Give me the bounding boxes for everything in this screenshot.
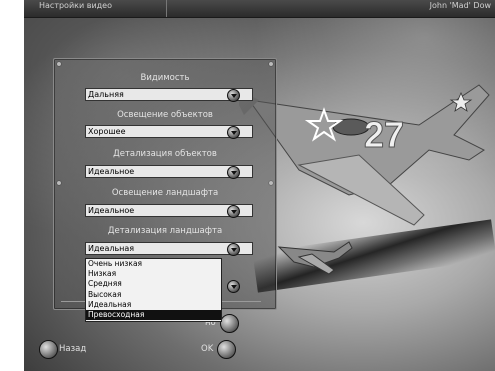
- rivet-icon: [269, 62, 273, 66]
- chevron-down-icon[interactable]: [227, 243, 240, 256]
- aircraft-number: 27: [364, 114, 404, 155]
- pilot-name: John 'Mad' Dow: [429, 1, 491, 10]
- chevron-down-icon[interactable]: [227, 280, 240, 293]
- setting-label-visibility: Видимость: [140, 73, 190, 83]
- chevron-down-icon[interactable]: [227, 166, 240, 179]
- game-screen: Настройки видео John 'Mad' Dow 27 Видимо…: [24, 0, 495, 371]
- back-label: Назад: [59, 344, 87, 354]
- apply-button[interactable]: [220, 314, 239, 333]
- setting-label-terrain-detail: Детализация ландшафта: [107, 226, 223, 236]
- list-option[interactable]: Средняя: [86, 279, 221, 289]
- title-bar: Настройки видео John 'Mad' Dow: [24, 0, 495, 18]
- terrain-detail-options-list[interactable]: Очень низкая Низкая Средняя Высокая Идеа…: [85, 258, 222, 322]
- window-title: Настройки видео: [39, 1, 112, 10]
- rivet-icon: [57, 181, 61, 185]
- list-option[interactable]: Очень низкая: [86, 259, 221, 269]
- setting-label-terrain-lighting: Освещение ландшафта: [111, 188, 219, 198]
- setting-label-object-detail: Детализация объектов: [113, 149, 217, 159]
- list-option[interactable]: Низкая: [86, 269, 221, 279]
- rivet-icon: [269, 181, 273, 185]
- ok-button[interactable]: [217, 340, 236, 359]
- back-button[interactable]: [39, 340, 58, 359]
- list-option[interactable]: Высокая: [86, 290, 221, 300]
- setting-label-object-lighting: Освещение объектов: [117, 110, 213, 120]
- chevron-down-icon[interactable]: [227, 126, 240, 139]
- list-option-selected[interactable]: Превосходная: [86, 310, 221, 321]
- second-plane-illustration: [277, 241, 353, 275]
- title-separator: [166, 0, 167, 17]
- chevron-down-icon[interactable]: [227, 205, 240, 218]
- chevron-down-icon[interactable]: [227, 89, 240, 102]
- list-option[interactable]: Идеальная: [86, 300, 221, 310]
- rivet-icon: [57, 62, 61, 66]
- ok-label: OK: [201, 344, 214, 354]
